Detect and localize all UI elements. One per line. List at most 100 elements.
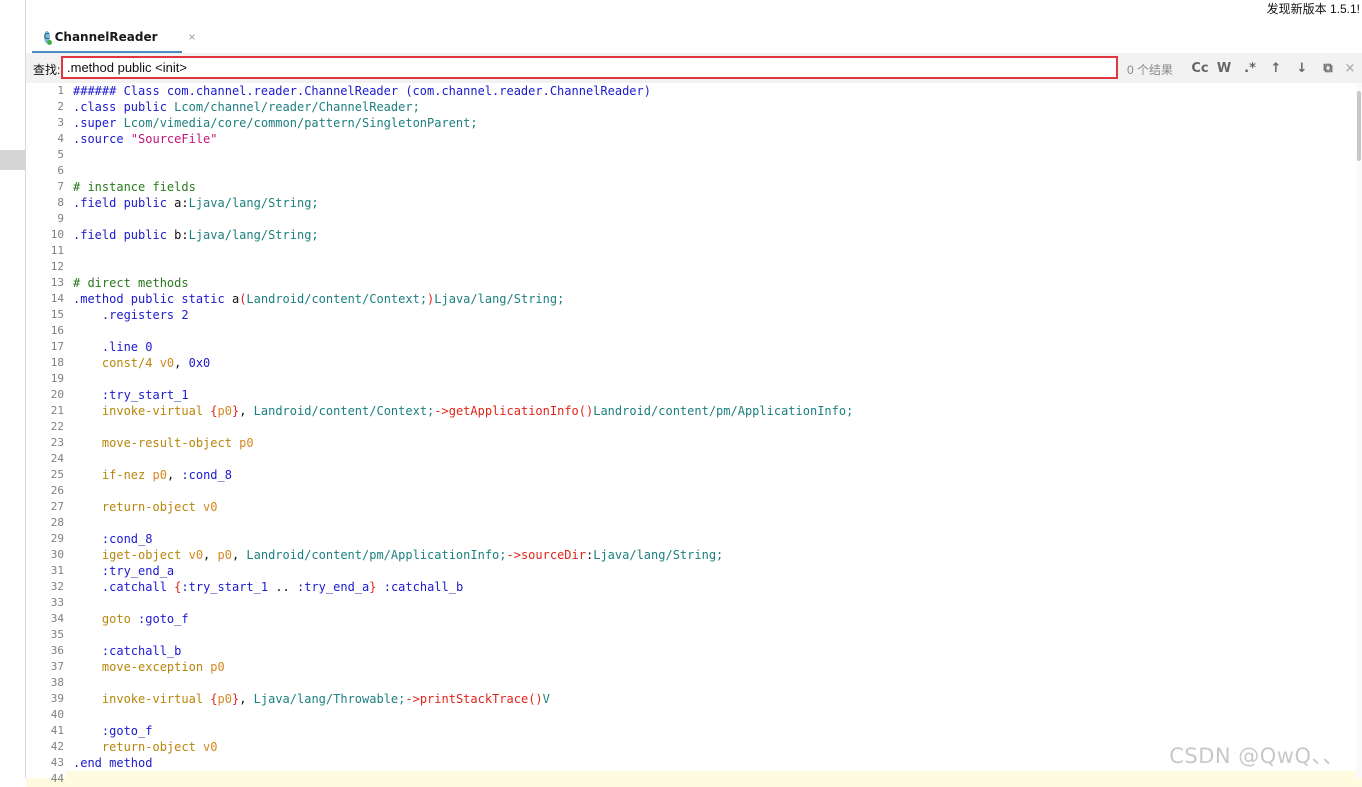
code-token: "SourceFile" (130, 132, 218, 146)
code-line[interactable]: .field public b:Ljava/lang/String; (73, 227, 319, 243)
find-in-selection-icon[interactable]: ⧉ (1318, 58, 1338, 78)
code-line[interactable]: .source "SourceFile" (73, 131, 218, 147)
left-panel-selected-row[interactable] (0, 150, 25, 170)
code-token: Landroid/content/pm/ApplicationInfo; (593, 404, 854, 418)
code-area[interactable]: ###### Class com.channel.reader.ChannelR… (73, 83, 1348, 778)
code-line[interactable]: invoke-virtual {p0}, Ljava/lang/Throwabl… (73, 691, 550, 707)
code-line[interactable]: :goto_f (73, 723, 153, 739)
code-token: b: (174, 228, 189, 242)
line-number: 26 (50, 484, 64, 497)
line-number: 2 (57, 100, 64, 113)
line-number: 19 (50, 372, 64, 385)
code-token: :try_start_1 (73, 388, 189, 402)
code-token: V (542, 692, 550, 706)
match-case-button[interactable]: Cc (1189, 58, 1211, 78)
line-number: 34 (50, 612, 64, 625)
line-number: 29 (50, 532, 64, 545)
code-line[interactable]: iget-object v0, p0, Landroid/content/pm/… (73, 547, 723, 563)
code-token: ->printStackTrace (405, 692, 529, 706)
code-token: { (210, 404, 218, 418)
line-number: 20 (50, 388, 64, 401)
code-line[interactable]: .field public a:Ljava/lang/String; (73, 195, 319, 211)
code-token: , (166, 468, 182, 482)
editor-tab-bar: C ChannelReader × (26, 22, 1362, 54)
code-line[interactable]: .registers 2 (73, 307, 189, 323)
code-token: # direct methods (73, 276, 189, 290)
update-notice[interactable]: 发现新版本 1.5.1! (1267, 0, 1360, 17)
code-token: Landroid/content/Context; (253, 404, 435, 418)
find-input[interactable] (61, 56, 1118, 79)
code-token: :try_end_a (297, 580, 370, 594)
line-number: 13 (50, 276, 64, 289)
line-number: 24 (50, 452, 64, 465)
code-token: Ljava/lang/Throwable; (253, 692, 406, 706)
code-line[interactable]: :try_start_1 (73, 387, 189, 403)
vertical-scrollbar[interactable] (1356, 83, 1362, 778)
close-find-icon[interactable]: × (1342, 58, 1358, 78)
code-token: .super (73, 116, 124, 130)
code-line[interactable]: # instance fields (73, 179, 196, 195)
arrow-up-icon[interactable]: ↑ (1266, 58, 1286, 78)
code-token: :catchall_b (383, 580, 464, 594)
code-token: Ljava/lang/String; (593, 548, 724, 562)
code-line[interactable]: .line 0 (73, 339, 153, 355)
code-line[interactable]: goto :goto_f (73, 611, 189, 627)
code-token: v0 (203, 500, 218, 514)
code-token: { (210, 692, 218, 706)
code-editor[interactable]: 1 2 3 4 5 6 7 8 9 10 11 12 13 14 15 16 17 18 19 20 21 22 23 24 2… (26, 83, 1362, 787)
whole-word-button[interactable]: W (1214, 58, 1234, 78)
code-token: :cond_8 (73, 532, 153, 546)
code-line[interactable]: :try_end_a (73, 563, 174, 579)
code-line[interactable]: :catchall_b (73, 643, 181, 659)
code-line[interactable]: invoke-virtual {p0}, Landroid/content/Co… (73, 403, 853, 419)
code-line[interactable]: # direct methods (73, 275, 189, 291)
code-line[interactable]: .end method (73, 755, 152, 771)
line-number: 32 (50, 580, 64, 593)
scrollbar-thumb[interactable] (1357, 91, 1361, 161)
code-token: v0 (203, 740, 218, 754)
class-file-icon: C (44, 30, 52, 45)
line-number: 18 (50, 356, 64, 369)
code-line[interactable]: .method public static a(Landroid/content… (73, 291, 564, 307)
tab-channelreader[interactable]: C ChannelReader × (32, 22, 196, 53)
code-line[interactable]: return-object v0 (73, 739, 218, 755)
code-line[interactable]: ###### Class com.channel.reader.ChannelR… (73, 83, 651, 99)
code-token: .line (73, 340, 146, 354)
code-token: iget-object (73, 548, 189, 562)
code-line[interactable]: if-nez p0, :cond_8 (73, 467, 232, 483)
code-line[interactable]: .class public Lcom/channel/reader/Channe… (73, 99, 420, 115)
code-token: ->getApplicationInfo (434, 404, 579, 418)
csdn-watermark: CSDN @QwQ、、 (1169, 744, 1344, 768)
line-number: 44 (50, 772, 64, 785)
line-number: 8 (57, 196, 64, 209)
regex-button[interactable]: .* (1240, 58, 1260, 78)
code-line[interactable]: .catchall {:try_start_1 .. :try_end_a} :… (73, 579, 463, 595)
code-line[interactable]: move-result-object p0 (73, 435, 254, 451)
line-number: 22 (50, 420, 64, 433)
code-token: :try_start_1 (181, 580, 269, 594)
line-number: 37 (50, 660, 64, 673)
line-number: 28 (50, 516, 64, 529)
left-panel-strip (0, 0, 31, 778)
find-label: 查找: (33, 63, 61, 77)
tab-close-icon[interactable]: × (189, 30, 196, 44)
code-token: :catchall_b (73, 644, 182, 658)
code-line[interactable]: return-object v0 (73, 499, 218, 515)
line-number: 7 (57, 180, 64, 193)
code-token: :cond_8 (181, 468, 232, 482)
line-number: 11 (50, 244, 64, 257)
code-line[interactable]: :cond_8 (73, 531, 153, 547)
code-token: , (239, 404, 254, 418)
code-token: p0 (217, 548, 232, 562)
code-token: v0 (159, 356, 175, 370)
tab-title: ChannelReader (54, 29, 158, 44)
code-line[interactable]: .super Lcom/vimedia/core/common/pattern/… (73, 115, 478, 131)
code-line[interactable]: const/4 v0, 0x0 (73, 355, 210, 371)
line-number: 15 (50, 308, 64, 321)
code-token: goto (73, 612, 139, 626)
code-token: a: (174, 196, 189, 210)
code-token: , (231, 548, 247, 562)
code-line[interactable]: move-exception p0 (73, 659, 225, 675)
arrow-down-icon[interactable]: ↓ (1292, 58, 1312, 78)
